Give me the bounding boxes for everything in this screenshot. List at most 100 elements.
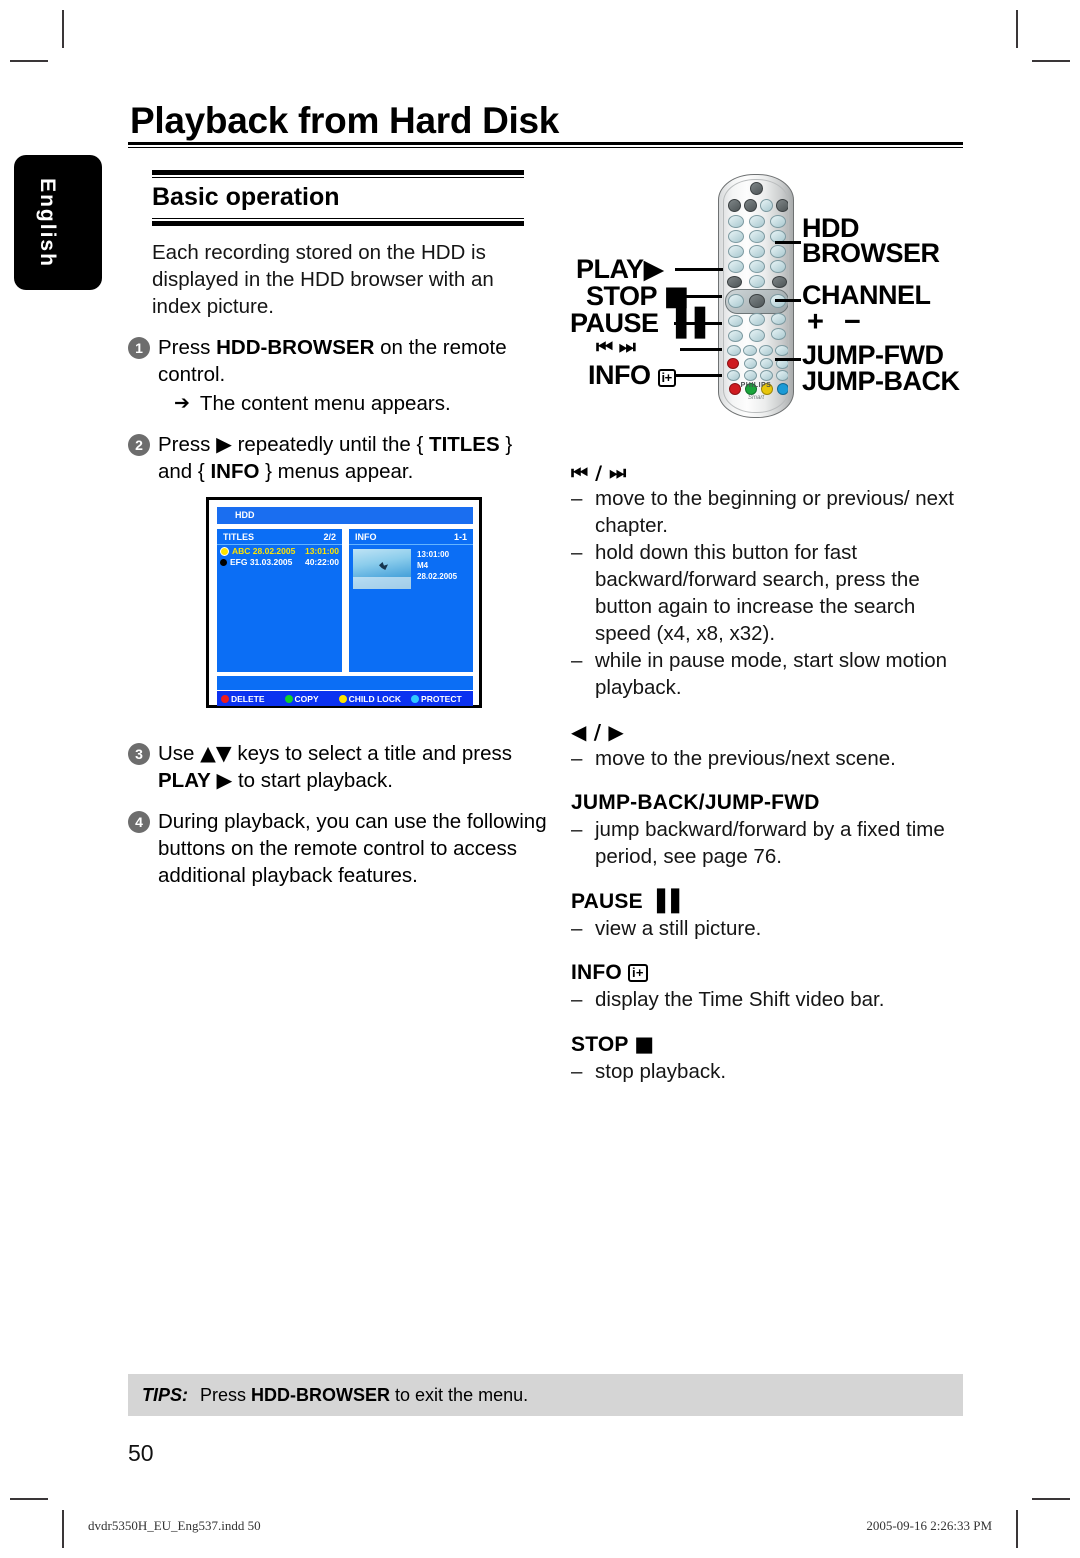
- yellow-color-key: [761, 383, 773, 395]
- step-3-text-2: keys to select a title and press: [231, 742, 512, 765]
- desc-text: move to the previous/next scene.: [595, 747, 896, 770]
- step-4-body: During playback, you can use the followi…: [158, 810, 547, 887]
- label-stop-text: STOP: [586, 281, 657, 311]
- remote-key: [728, 199, 741, 212]
- section-rule-bottom: [152, 218, 524, 226]
- desc-line: – move to the previous/next scene.: [571, 745, 971, 772]
- desc-line: – jump backward/forward by a fixed time …: [571, 816, 971, 870]
- leader-line-skip: [680, 348, 722, 351]
- remote-control-body: PHILIPS Smart: [718, 174, 794, 418]
- function-key: [776, 370, 789, 381]
- jump-back-key: [775, 345, 789, 356]
- numeric-key-back: [770, 260, 786, 273]
- info-panel-header-label: INFO: [355, 531, 377, 542]
- desc-head-jump: JUMP-BACK/JUMP-FWD: [571, 791, 820, 814]
- arrow-right-icon: ➔: [174, 392, 190, 414]
- crop-mark-bottom-left-vertical: [62, 1510, 64, 1548]
- desc-text: view a still picture.: [595, 917, 762, 940]
- desc-line: – stop playback.: [571, 1058, 971, 1085]
- leader-line-pause: [674, 322, 722, 325]
- titles-panel-header: TITLES 2/2: [217, 529, 342, 545]
- info-panel-body: 13:01:00 M4 28.02.2005: [349, 545, 473, 593]
- left-key: [728, 294, 744, 308]
- philips-sub-brand-label: Smart: [747, 395, 764, 401]
- desc-line: – hold down this button for fast backwar…: [571, 539, 971, 647]
- protect-button-label: PROTECT: [421, 693, 462, 704]
- numeric-key-0: [749, 260, 765, 273]
- language-tab-label: English: [36, 177, 60, 268]
- label-browser: BROWSER: [802, 238, 940, 268]
- step-3-body: Use ▲▼ keys to select a title and press …: [158, 740, 548, 794]
- leader-line-jump: [775, 358, 801, 361]
- footer-file-name: dvdr5350H_EU_Eng537.indd 50: [88, 1518, 261, 1533]
- page-number: 50: [128, 1440, 154, 1466]
- numeric-key-1: [728, 215, 744, 228]
- step-2-text-1: Press: [158, 433, 217, 456]
- title-row[interactable]: ABC 28.02.2005 13:01:00: [217, 545, 342, 556]
- desc-text: move to the beginning or previous/ next …: [595, 487, 954, 537]
- function-key: [744, 370, 757, 381]
- page-title: Playback from Hard Disk: [130, 100, 560, 141]
- label-info-text: INFO: [588, 360, 651, 390]
- intro-paragraph: Each recording stored on the HDD is disp…: [152, 241, 494, 318]
- tips-bar: TIPS: Press HDD-BROWSER to exit the menu…: [128, 1374, 963, 1416]
- leader-line-channel: [775, 299, 801, 302]
- leader-line-play: [675, 268, 723, 271]
- desc-line: – move to the beginning or previous/ nex…: [571, 485, 971, 539]
- label-info: INFO i+: [588, 360, 676, 391]
- section-heading: Basic operation: [152, 183, 340, 211]
- copy-button[interactable]: COPY: [284, 694, 319, 704]
- numeric-key-8: [749, 245, 765, 258]
- desc-head-stop: STOP ■: [571, 1032, 971, 1057]
- info-plus-icon: i+: [657, 369, 676, 387]
- dash-icon: –: [571, 917, 583, 940]
- leader-line-hdd-browser: [775, 241, 801, 244]
- step-2: 2 Press ▶ repeatedly until the { TITLES …: [128, 431, 548, 485]
- desc-head-info: INFO i+: [571, 961, 971, 985]
- ok-key: [749, 294, 765, 308]
- desc-line: – view a still picture.: [571, 915, 971, 942]
- titles-panel-header-count: 2/2: [323, 531, 336, 542]
- index-picture-thumbnail: [353, 549, 411, 589]
- desc-block-info: INFO i+ – display the Time Shift video b…: [571, 961, 971, 1013]
- step-3-text-1: Use: [158, 742, 201, 765]
- step-2-body: Press ▶ repeatedly until the { TITLES } …: [158, 431, 548, 485]
- tips-text: Press HDD-BROWSER to exit the menu.: [200, 1385, 528, 1406]
- system-menu-key: [727, 276, 742, 288]
- dash-icon: –: [571, 487, 583, 510]
- step-3: 3 Use ▲▼ keys to select a title and pres…: [128, 740, 548, 794]
- prev-key: [727, 345, 741, 356]
- dash-icon: –: [571, 818, 583, 841]
- desc-text: display the Time Shift video bar.: [595, 988, 885, 1011]
- play-triangle-icon: ▶: [216, 432, 232, 456]
- standby-key: [750, 182, 763, 195]
- info-panel-header-count: 1-1: [453, 531, 467, 542]
- remote-key: [760, 199, 773, 212]
- crop-mark-bottom-right-horizontal: [1032, 1498, 1070, 1500]
- delete-button-label: DELETE: [231, 693, 265, 704]
- step-2-bold-1: TITLES: [429, 433, 500, 456]
- remote-key: [744, 199, 757, 212]
- title-bullet-icon: [220, 546, 229, 556]
- numeric-key-3: [770, 215, 786, 228]
- steps-group-bottom: 3 Use ▲▼ keys to select a title and pres…: [128, 740, 548, 903]
- titles-panel: TITLES 2/2 ABC 28.02.2005 13:01:00 EFG 3…: [217, 529, 342, 672]
- label-skip: ⏮ ⏭: [596, 336, 636, 359]
- desc-head-pause-text: PAUSE: [571, 890, 643, 913]
- title-row-name: EFG 31.03.2005: [230, 557, 293, 567]
- numeric-key-4: [728, 230, 744, 243]
- hdd-browser-key: [772, 276, 787, 288]
- dash-icon: –: [571, 988, 583, 1011]
- blue-dot-icon: [411, 694, 420, 703]
- delete-button[interactable]: DELETE: [221, 694, 265, 704]
- step-1-text-1: Press: [158, 336, 217, 359]
- red-color-key: [729, 383, 741, 395]
- thumbnail-surfer: [379, 562, 388, 570]
- up-key: [749, 275, 765, 288]
- stop-key: [728, 315, 743, 327]
- desc-text: jump backward/forward by a fixed time pe…: [595, 818, 945, 868]
- protect-button[interactable]: PROTECT: [411, 694, 462, 704]
- title-row[interactable]: EFG 31.03.2005 40:22:00: [217, 556, 342, 567]
- child-lock-button[interactable]: CHILD LOCK: [338, 694, 401, 704]
- dash-icon: –: [571, 1060, 583, 1083]
